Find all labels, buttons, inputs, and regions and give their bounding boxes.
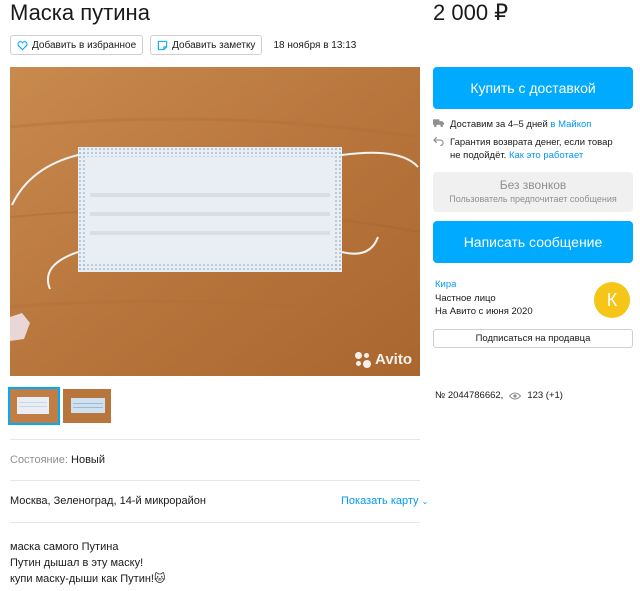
add-note-label: Добавить заметку <box>172 39 256 51</box>
description-line: маска самого Путина <box>10 541 119 553</box>
publish-date: 18 ноября в 13:13 <box>273 39 357 51</box>
no-calls-title: Без звонков <box>499 178 567 192</box>
no-calls-notice: Без звонков Пользователь предпочитает со… <box>433 172 633 212</box>
divider <box>10 439 420 440</box>
thumbnail-1[interactable] <box>8 387 60 425</box>
listing-actions: Добавить в избранное Добавить заметку 18… <box>10 35 356 55</box>
description-line: Путин дышал в эту маску! <box>10 557 144 569</box>
return-arrow-icon <box>433 136 444 146</box>
guarantee-line: Гарантия возврата денег, если товар <box>450 137 613 148</box>
listing-id: № 2044786662, <box>435 390 504 401</box>
seller-name-link[interactable]: Кира <box>435 278 533 292</box>
how-it-works-link[interactable]: Как это работает <box>509 150 583 161</box>
guarantee-line: не подойдёт. <box>450 150 507 161</box>
description: маска самого Путина Путин дышал в эту ма… <box>10 539 165 587</box>
price: 2 000 ₽ <box>433 0 509 25</box>
condition-label: Состояние: <box>10 454 68 466</box>
divider <box>10 480 420 481</box>
avito-watermark: Avito <box>355 351 412 368</box>
main-photo[interactable]: Avito <box>10 67 420 376</box>
guarantee-info: Гарантия возврата денег, если товар не п… <box>433 136 613 162</box>
divider <box>10 522 420 523</box>
avatar[interactable]: К <box>594 282 630 318</box>
avito-logo-icon <box>355 351 372 368</box>
truck-icon <box>433 119 444 128</box>
seller-info: Кира Частное лицо На Авито с июня 2020 <box>435 278 533 319</box>
add-favorite-label: Добавить в избранное <box>32 39 137 51</box>
seller-type: Частное лицо <box>435 292 496 304</box>
description-line: купи маску-дыши как Путин!🐱 <box>10 573 166 585</box>
chevron-down-icon: ⌄ <box>421 497 429 506</box>
no-calls-subtitle: Пользователь предпочитает сообщения <box>449 194 617 204</box>
location: Москва, Зеленоград, 14-й микрорайон <box>10 495 206 507</box>
add-note-button[interactable]: Добавить заметку <box>150 35 263 55</box>
note-icon <box>157 40 168 50</box>
add-favorite-button[interactable]: Добавить в избранное <box>10 35 144 55</box>
subscribe-seller-button[interactable]: Подписаться на продавца <box>433 329 633 348</box>
buy-with-delivery-button[interactable]: Купить с доставкой <box>433 67 633 109</box>
thumbnail-2[interactable] <box>63 389 111 423</box>
seller-since: На Авито с июня 2020 <box>435 306 533 317</box>
view-count: 123 (+1) <box>527 390 563 401</box>
page-title: Маска путина <box>10 0 150 25</box>
condition: Состояние: Новый <box>10 454 105 466</box>
thumbnail-strip <box>8 387 111 425</box>
eye-icon <box>509 392 522 399</box>
heart-icon <box>17 40 28 50</box>
delivery-text: Доставим за 4–5 дней <box>450 119 548 130</box>
delivery-city-link[interactable]: в Майкоп <box>550 119 591 130</box>
condition-value: Новый <box>71 454 105 466</box>
listing-meta: № 2044786662, 123 (+1) <box>435 390 563 401</box>
show-map-link[interactable]: Показать карту ⌄ <box>341 495 428 507</box>
write-message-button[interactable]: Написать сообщение <box>433 221 633 263</box>
delivery-info: Доставим за 4–5 дней в Майкоп <box>433 118 591 131</box>
